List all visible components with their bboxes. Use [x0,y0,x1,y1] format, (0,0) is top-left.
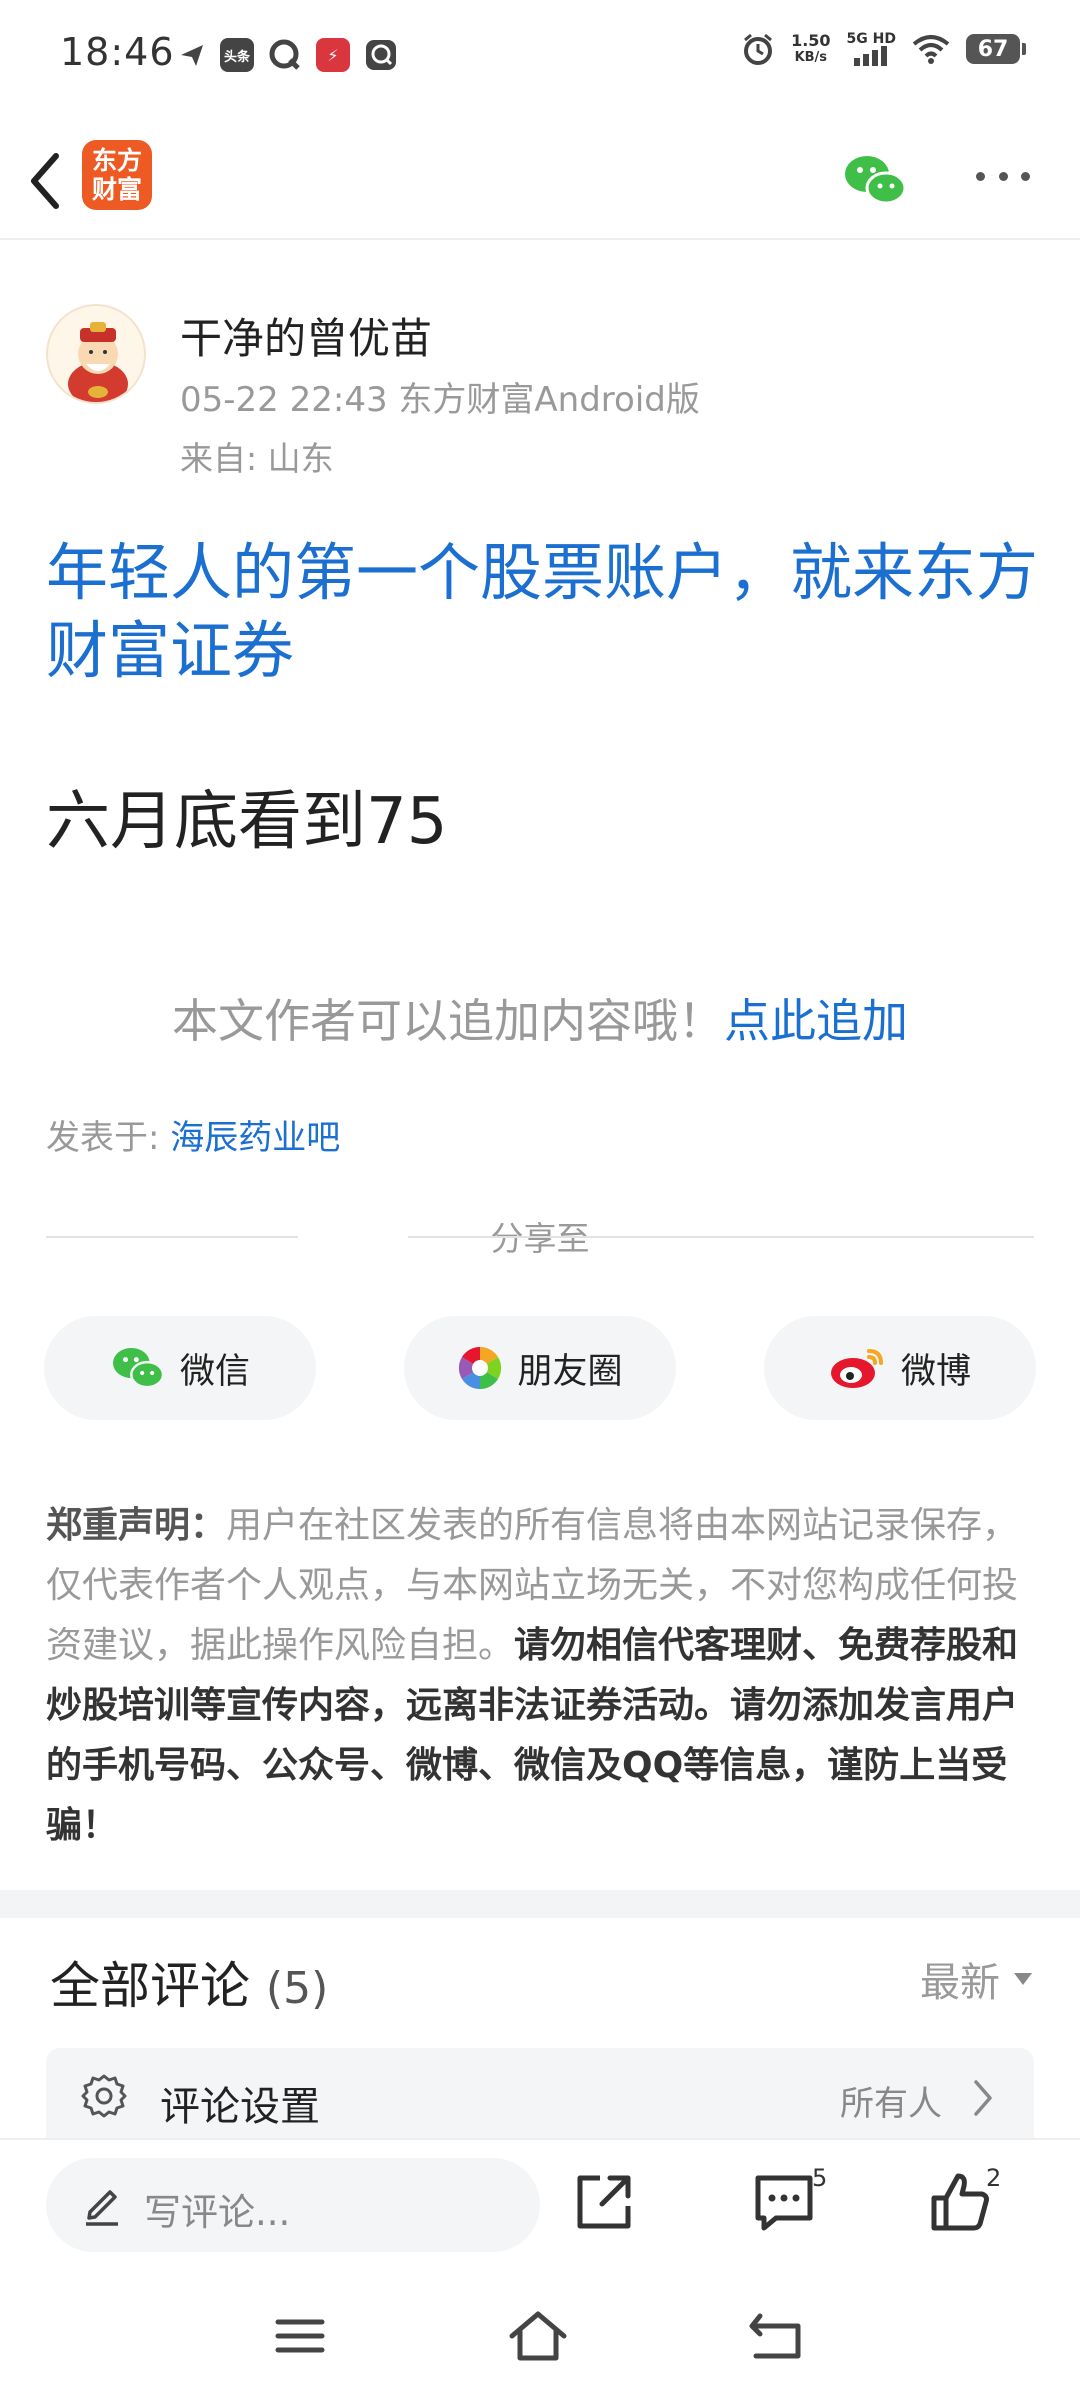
like-count-badge: 2 [986,2164,1002,2192]
network-type: 5G HD [846,31,896,47]
search-app-icon [269,39,300,70]
append-prompt-text: 本文作者可以追加内容哦！ [172,994,724,1048]
posted-in: 发表于: 海辰药业吧 [46,1110,340,1159]
send-icon [181,45,203,66]
stock-bar-link[interactable]: 海辰药业吧 [170,1118,340,1158]
eastmoney-logo[interactable]: 东方 财富 [82,140,152,210]
alarm-icon [744,33,773,65]
net-speed: 1.50 KB/s [791,32,830,66]
thumbs-up-icon[interactable] [928,2170,992,2234]
net-speed-value: 1.50 [791,31,831,50]
divider-line-right [408,1236,1034,1238]
post-meta: 05-22 22:43 东方财富Android版 [180,380,700,420]
post-body: 六月底看到75 [46,785,448,859]
sort-dropdown[interactable]: 最新 [920,1950,1032,2008]
signal-icon [854,46,888,66]
more-options-button[interactable] [968,156,1038,196]
back-nav-icon[interactable] [746,2308,806,2364]
comment-settings-value: 所有人 [840,2084,942,2124]
system-nav-bar [0,2270,1080,2400]
signal-group: 5G HD [847,32,896,66]
share-weibo-label: 微博 [900,1351,971,1392]
chat-app-icon [366,40,396,70]
comment-count-badge: 5 [812,2164,828,2192]
chevron-right-icon [974,2080,992,2116]
net-speed-unit: KB/s [794,50,828,65]
comment-icon[interactable] [752,2170,816,2234]
author-avatar[interactable] [46,304,146,404]
share-moments-button[interactable]: 朋友圈 [404,1316,676,1420]
gear-icon [81,2074,127,2118]
share-divider: 分享至 [46,1212,1034,1262]
share-wechat-button[interactable]: 微信 [44,1316,316,1420]
sort-label: 最新 [920,1960,1000,2006]
weibo-icon [830,1349,883,1388]
status-right: 1.50 KB/s 5G HD 67 [741,32,1026,66]
more-dot-icon [1021,171,1030,181]
comments-title: 全部评论 (5) [50,1946,328,2018]
post-location: 来自: 山东 [180,439,334,478]
home-icon[interactable] [508,2308,568,2364]
caret-down-icon [1014,1973,1032,1985]
wechat-icon [112,1348,165,1389]
more-dot-icon [976,171,985,181]
comment-settings-label: 评论设置 [160,2084,320,2130]
menu-icon[interactable] [270,2308,330,2364]
write-comment-input[interactable]: 写评论... [46,2158,540,2252]
wifi-icon [912,35,950,64]
share-out-icon[interactable] [572,2170,636,2234]
share-moments-label: 朋友圈 [517,1351,623,1392]
disclaimer: 郑重声明：用户在社区发表的所有信息将由本网站记录保存，仅代表作者个人观点，与本网… [46,1496,1038,1856]
logo-text-top: 东方 [91,146,142,175]
section-separator [0,1890,1080,1918]
author-name[interactable]: 干净的曾优苗 [180,305,432,366]
comments-count: (5) [265,1963,329,2014]
app-red-icon: ⚡ [316,38,350,72]
app-header: 东方 财富 [0,110,1080,240]
append-prompt: 本文作者可以追加内容哦！点此追加 [0,985,1080,1051]
posted-in-label: 发表于: [46,1118,171,1158]
notification-icons: 头条 ⚡ [178,38,398,72]
wechat-share-icon[interactable] [842,150,908,210]
post-headline-ad[interactable]: 年轻人的第一个股票账户，就来东方财富证券 [46,534,1046,690]
status-bar: 18:46 头条 ⚡ 1.50 KB/s 5G HD 67 [0,0,1080,110]
logo-text-bottom: 财富 [91,175,142,204]
bottom-action-bar: 写评论... 5 2 [0,2138,1080,2270]
fortune-god-avatar-icon [68,322,128,402]
status-time: 18:46 [60,30,175,74]
toutiao-icon: 头条 [220,38,254,72]
comment-settings-row[interactable]: 评论设置 所有人 [46,2048,1034,2138]
write-comment-placeholder: 写评论... [144,2191,291,2234]
disclaimer-title: 郑重声明： [46,1505,227,1546]
moments-icon [459,1346,502,1390]
share-weibo-button[interactable]: 微博 [764,1316,1036,1420]
append-link[interactable]: 点此追加 [724,994,908,1048]
share-wechat-label: 微信 [179,1351,250,1392]
back-button[interactable] [22,146,72,216]
battery-indicator: 67 [966,34,1026,64]
pencil-icon [86,2190,118,2226]
comments-title-text: 全部评论 [50,1957,250,2015]
more-dot-icon [998,171,1008,181]
